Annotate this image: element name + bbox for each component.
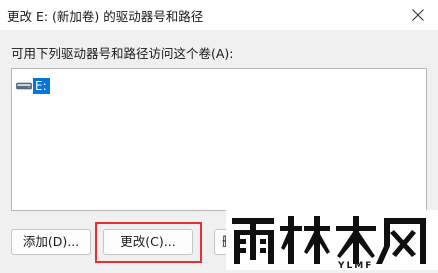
add-button[interactable]: 添加(D)...: [11, 229, 91, 255]
watermark-logo-graphic: YLMF: [232, 216, 426, 271]
watermark-logo: YLMF: [226, 210, 438, 271]
list-item[interactable]: E:: [16, 77, 50, 94]
close-icon: [412, 9, 424, 21]
drive-icon: [16, 80, 32, 92]
watermark-subtext: YLMF: [337, 261, 373, 270]
window-title: 更改 E: (新加卷) 的驱动器号和路径: [7, 9, 204, 24]
change-drive-letter-dialog: 更改 E: (新加卷) 的驱动器号和路径 可用下列驱动器号和路径访问这个卷(A)…: [0, 0, 438, 271]
close-button[interactable]: [398, 0, 438, 30]
list-item-label: E:: [33, 77, 50, 94]
highlight-box: [95, 222, 202, 263]
drive-paths-listbox[interactable]: E:: [11, 68, 427, 211]
title-bar: 更改 E: (新加卷) 的驱动器号和路径: [0, 0, 438, 30]
paths-list-label: 可用下列驱动器号和路径访问这个卷(A):: [11, 46, 234, 61]
